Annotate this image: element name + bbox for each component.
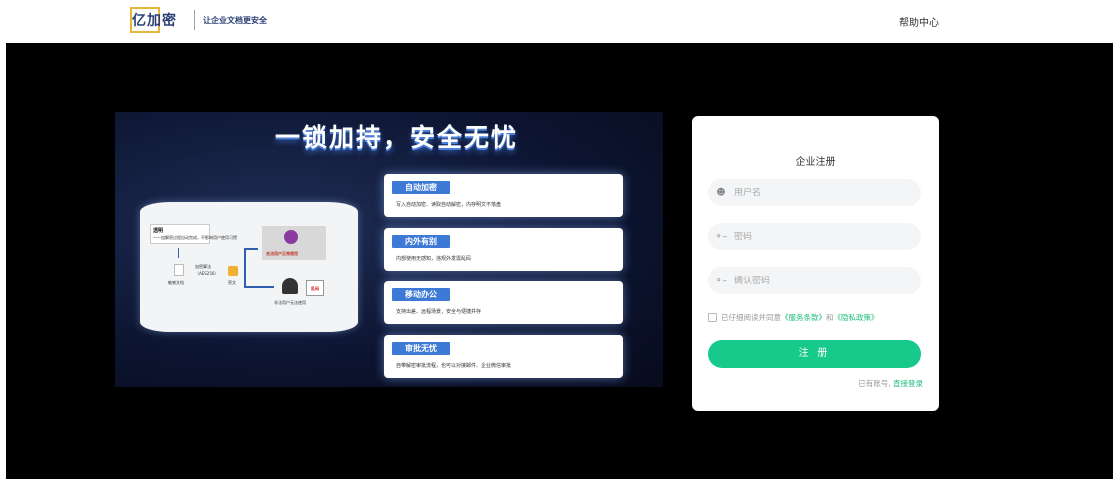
diagram-arrow bbox=[178, 248, 179, 258]
logo-slogan: 让企业文档更安全 bbox=[203, 14, 267, 25]
privacy-link[interactable]: 《隐私政策》 bbox=[834, 312, 879, 323]
hacker-icon bbox=[282, 278, 298, 294]
feature-tag: 自动加密 bbox=[392, 181, 450, 194]
user-icon: ☻ bbox=[716, 187, 726, 198]
diagram-doc-cipher: 密文 bbox=[228, 280, 236, 285]
logo-mark: 亿加密 bbox=[130, 7, 186, 33]
feature-card-3: 移动办公 支持出差、远程场景，安全与便捷并存 bbox=[384, 281, 623, 324]
logo-text: 亿加密 bbox=[132, 13, 177, 29]
key-icon: ⚬– bbox=[714, 275, 728, 286]
diagram-note: 透明 ——加解密过程自动完成，不影响用户使用习惯 bbox=[150, 224, 237, 244]
feature-tag: 移动办公 bbox=[392, 288, 450, 301]
agree-prefix: 已仔细阅读并同意 bbox=[721, 313, 781, 322]
confirm-password-field[interactable]: ⚬– bbox=[708, 267, 921, 294]
promo-banner: 一锁加持，安全无忧 透明 ——加解密过程自动完成，不影响用户使用习惯 敏感文档 … bbox=[115, 112, 663, 387]
feature-desc: 内部使用无感知，违规外发需乱码 bbox=[396, 256, 472, 262]
lock-icon bbox=[228, 266, 238, 276]
key-icon: ⚬– bbox=[714, 231, 728, 242]
diagram-legit-user: 合法用户正常使用 bbox=[266, 251, 298, 256]
diagram-screen: 透明 ——加解密过程自动完成，不影响用户使用习惯 敏感文档 加密算法 （AES2… bbox=[140, 202, 358, 332]
password-input[interactable] bbox=[734, 231, 904, 242]
register-card: 企业注册 ☻ ⚬– ⚬– 已仔细阅读并同意 《服务条款》 和 《隐私政策》 注 … bbox=[692, 116, 939, 411]
help-center-link[interactable]: 帮助中心 bbox=[899, 14, 939, 29]
diagram-note-title: 透明 bbox=[153, 228, 164, 234]
logo[interactable]: 亿加密 让企业文档更安全 bbox=[130, 7, 267, 33]
legit-user-panel: 合法用户正常使用 bbox=[262, 226, 326, 260]
register-title: 企业注册 bbox=[795, 157, 836, 168]
banner-title: 一锁加持，安全无忧 bbox=[275, 123, 519, 152]
login-prompt: 已有账号, 直接登录 bbox=[858, 378, 923, 389]
username-input[interactable] bbox=[734, 187, 904, 198]
login-link[interactable]: 直接登录 bbox=[893, 379, 923, 388]
feature-desc: 自带解密审批流程，也可以对接邮件、企业微信审批 bbox=[396, 363, 512, 369]
password-field[interactable]: ⚬– bbox=[708, 223, 921, 250]
diagram-doc-plain: 敏感文档 bbox=[168, 280, 184, 285]
agreement-row: 已仔细阅读并同意 《服务条款》 和 《隐私政策》 bbox=[708, 312, 879, 323]
feature-card-2: 内外有别 内部使用无感知，违规外发需乱码 bbox=[384, 228, 623, 271]
feature-desc: 支持出差、远程场景，安全与便捷并存 bbox=[396, 309, 482, 315]
diagram-connector-down bbox=[244, 286, 274, 288]
feature-card-1: 自动加密 写入自动加密、读取自动解密，内存明文不落盘 bbox=[384, 174, 623, 217]
diagram-illegal-user: 非法用户无法使用 bbox=[274, 300, 306, 305]
doc-icon bbox=[174, 264, 184, 276]
feature-desc: 写入自动加密、读取自动解密，内存明文不落盘 bbox=[396, 202, 502, 208]
diagram-note-text: ——加解密过程自动完成，不影响用户使用习惯 bbox=[153, 235, 237, 240]
confirm-password-input[interactable] bbox=[734, 275, 904, 286]
diagram-connector-up bbox=[244, 248, 258, 250]
top-header: 亿加密 让企业文档更安全 帮助中心 bbox=[0, 0, 1113, 43]
feature-card-4: 审批无忧 自带解密审批流程，也可以对接邮件、企业微信审批 bbox=[384, 335, 623, 378]
diagram-connector bbox=[244, 248, 246, 286]
agree-checkbox[interactable] bbox=[708, 313, 717, 322]
feature-tag: 内外有别 bbox=[392, 235, 450, 248]
feature-tag: 审批无忧 bbox=[392, 342, 450, 355]
terms-link[interactable]: 《服务条款》 bbox=[781, 312, 826, 323]
user-avatar-icon bbox=[284, 230, 298, 244]
logo-divider bbox=[194, 10, 195, 30]
agree-and: 和 bbox=[826, 313, 834, 322]
register-button[interactable]: 注 册 bbox=[708, 340, 921, 368]
diagram-algo: 加密算法 bbox=[195, 264, 211, 269]
username-field[interactable]: ☻ bbox=[708, 179, 921, 206]
diagram-algo-name: （AES256） bbox=[195, 271, 219, 276]
garbled-doc-icon: 乱码 bbox=[306, 280, 324, 296]
has-account-text: 已有账号, bbox=[858, 379, 891, 388]
